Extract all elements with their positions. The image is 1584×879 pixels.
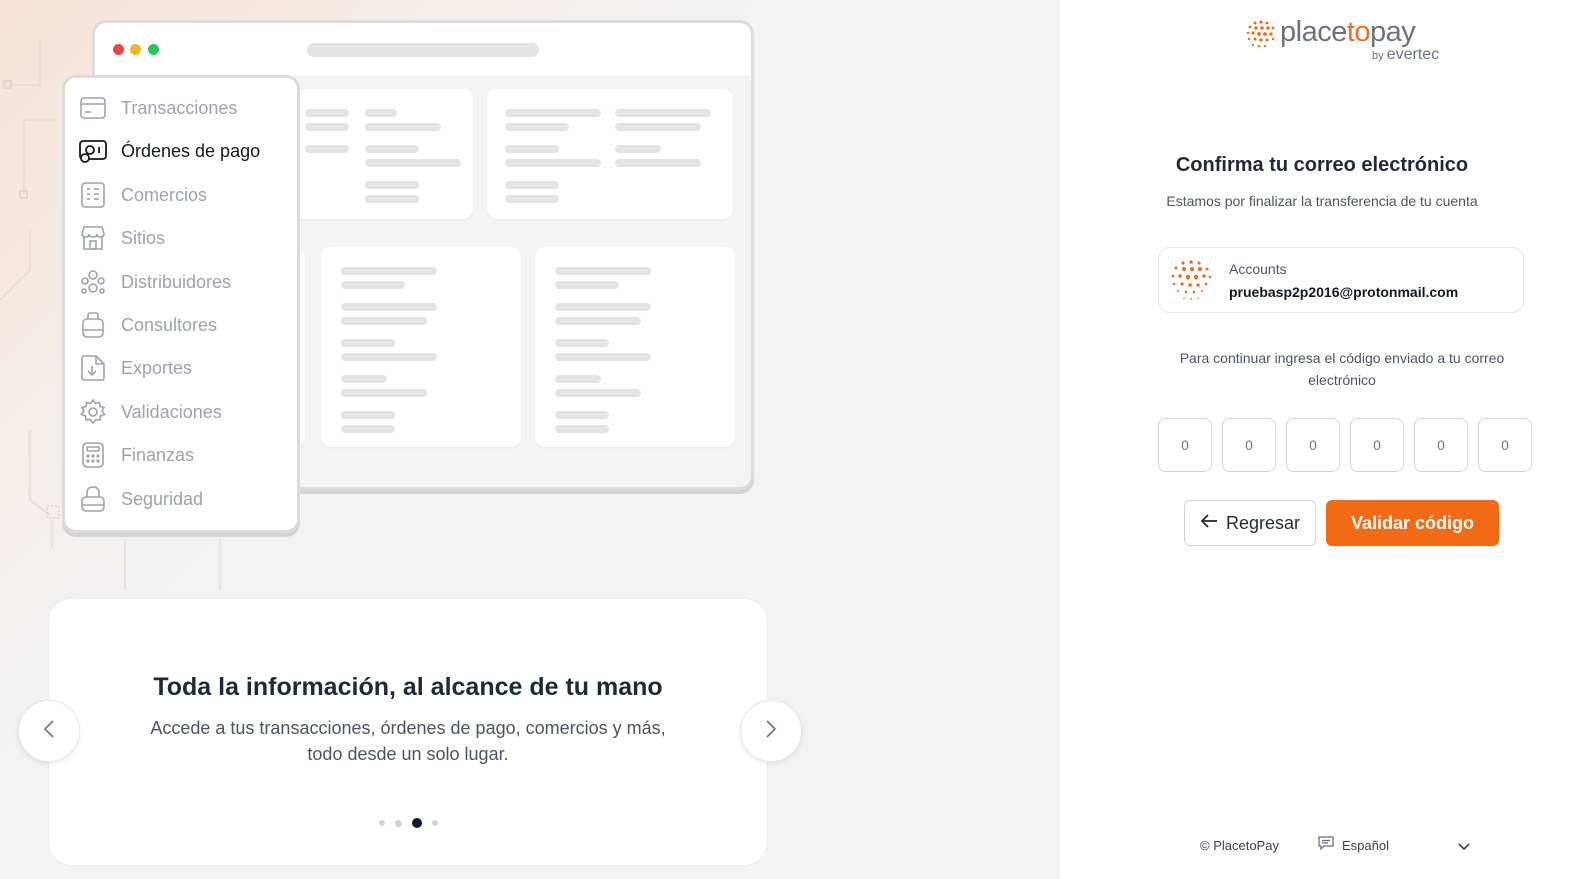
brand-byline: by evertec [1372, 46, 1440, 63]
footer: © PlacetoPay Español [1060, 836, 1584, 860]
placetopay-dots-icon [1246, 20, 1275, 48]
sidebar-item-label: Transacciones [121, 97, 238, 118]
arrow-left-icon [1200, 513, 1218, 534]
validate-button-label: Validar código [1350, 512, 1475, 533]
account-card: Accounts pruebasp2p2016@protonmail.com [1158, 247, 1524, 313]
sidebar-item-comercios[interactable]: Comercios [79, 178, 207, 212]
mock-card [487, 89, 733, 219]
sidebar-item-label: Comercios [121, 184, 208, 205]
sidebar-item-label: Seguridad [121, 488, 204, 509]
building-icon [79, 181, 107, 209]
window-close-dot [113, 44, 124, 55]
window-maximize-dot [148, 44, 159, 55]
carousel-next-button[interactable] [740, 700, 802, 762]
sidebar-item-label: Distribuidores [121, 271, 232, 292]
sidebar-item-label: Consultores [121, 314, 218, 335]
language-label: Español [1342, 838, 1389, 853]
sidebar-item-seguridad[interactable]: Seguridad [79, 482, 203, 516]
storefront-icon [79, 224, 107, 252]
code-digit-5[interactable] [1414, 418, 1468, 472]
chevron-down-icon[interactable] [1458, 838, 1470, 856]
brand-wordmark: placetopay [1280, 16, 1416, 48]
page-title: Confirma tu correo electrónico [1175, 154, 1469, 176]
sidebar-item-distribuidores[interactable]: Distribuidores [79, 265, 231, 299]
chat-bubble-icon [1318, 836, 1334, 855]
sidebar-item-label: Exportes [121, 357, 193, 378]
mock-card [535, 247, 735, 447]
code-digit-4[interactable] [1350, 418, 1404, 472]
carousel-dot-3-active[interactable] [411, 818, 422, 828]
chevron-right-icon [765, 719, 777, 744]
account-email: pruebasp2p2016@protonmail.com [1229, 284, 1459, 300]
back-button[interactable]: Regresar [1184, 500, 1316, 546]
verification-panel: placetopay by evertec Confirma tu correo… [1060, 0, 1584, 879]
back-button-label: Regresar [1225, 512, 1301, 533]
promo-panel: Transacciones Órdenes de pago Comercios … [0, 0, 1060, 879]
gear-icon [79, 398, 107, 426]
sidebar-item-label: Validaciones [121, 401, 222, 422]
export-file-icon [79, 354, 107, 382]
mock-sidebar-menu: Transacciones Órdenes de pago Comercios … [62, 75, 300, 533]
users-group-icon [79, 268, 107, 296]
language-selector[interactable]: Español [1318, 836, 1389, 855]
sidebar-item-label: Órdenes de pago [121, 140, 261, 161]
sidebar-item-transacciones[interactable]: Transacciones [79, 91, 237, 125]
mock-card [321, 247, 521, 447]
sidebar-item-label: Finanzas [121, 444, 195, 465]
sidebar-item-ordenes-de-pago[interactable]: Órdenes de pago [79, 134, 260, 168]
calculator-icon [79, 441, 107, 469]
payment-order-icon [79, 137, 107, 165]
validate-code-button[interactable]: Validar código [1326, 500, 1499, 546]
sidebar-item-sitios[interactable]: Sitios [79, 221, 165, 255]
sidebar-item-validaciones[interactable]: Validaciones [79, 395, 222, 429]
carousel-title: Toda la información, al alcance de tu ma… [153, 673, 663, 701]
account-label: Accounts [1229, 261, 1287, 277]
chevron-left-icon [43, 719, 55, 744]
carousel-pagination [49, 818, 767, 828]
sidebar-item-consultores[interactable]: Consultores [79, 308, 217, 342]
account-avatar-icon [1171, 260, 1212, 300]
page-subtitle: Estamos por finalizar la transferencia d… [1166, 193, 1478, 209]
carousel-prev-button[interactable] [18, 700, 80, 762]
code-digit-1[interactable] [1158, 418, 1212, 472]
code-digit-2[interactable] [1222, 418, 1276, 472]
code-digit-3[interactable] [1286, 418, 1340, 472]
carousel-dot-4[interactable] [431, 820, 438, 826]
mock-address-bar [307, 43, 539, 57]
briefcase-icon [79, 311, 107, 339]
sidebar-item-finanzas[interactable]: Finanzas [79, 438, 194, 472]
sidebar-item-exportes[interactable]: Exportes [79, 351, 192, 385]
carousel-dot-2[interactable] [394, 819, 402, 827]
feature-carousel: Toda la información, al alcance de tu ma… [48, 598, 768, 866]
mock-titlebar [95, 23, 751, 77]
copyright-text: © PlacetoPay [1200, 838, 1279, 853]
carousel-subtitle: Accede a tus transacciones, órdenes de p… [150, 718, 666, 764]
sidebar-item-label: Sitios [121, 227, 166, 248]
window-minimize-dot [130, 44, 141, 55]
code-instructions: Para continuar ingresa el código enviado… [1179, 350, 1505, 388]
carousel-dot-1[interactable] [378, 820, 385, 826]
verification-code-inputs [1158, 418, 1532, 472]
card-icon [79, 94, 107, 122]
code-digit-6[interactable] [1478, 418, 1532, 472]
lock-icon [79, 485, 107, 513]
placetopay-logo: placetopay by evertec [1244, 16, 1454, 68]
